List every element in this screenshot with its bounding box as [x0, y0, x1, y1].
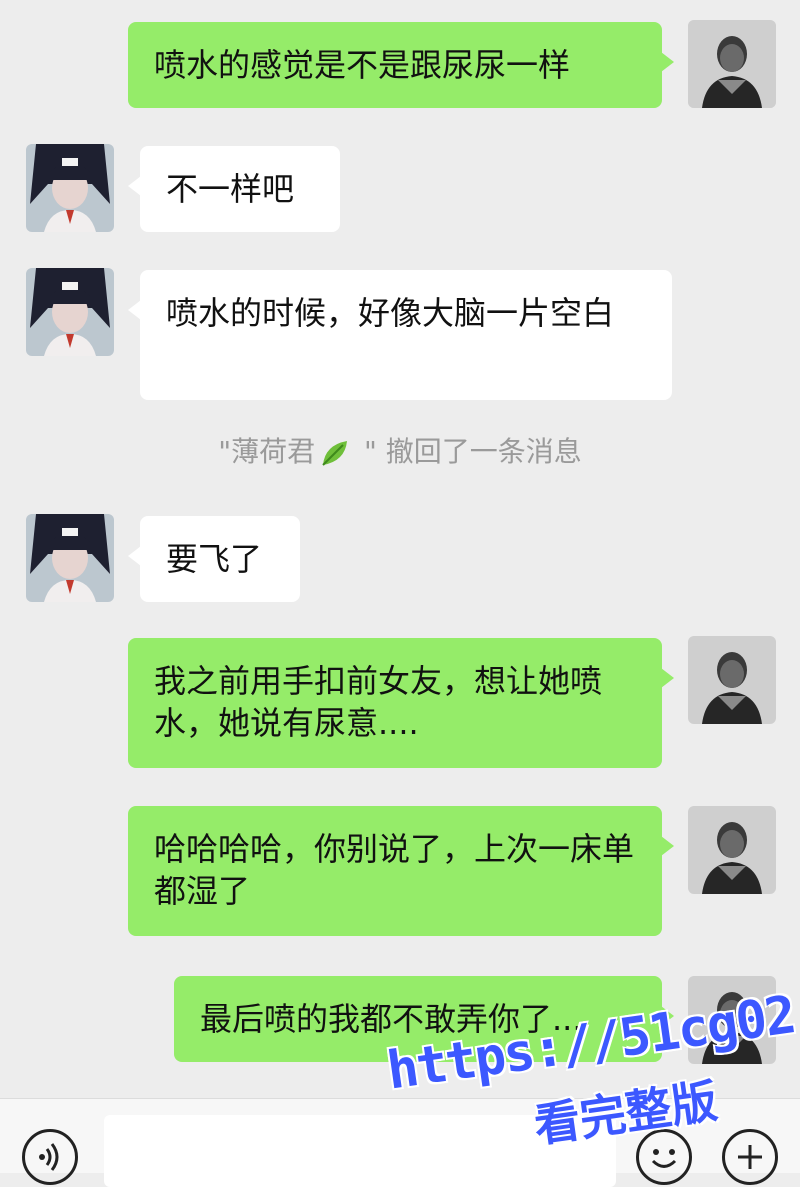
voice-icon[interactable]	[22, 1129, 78, 1185]
chat-input-bar	[0, 1098, 800, 1187]
message-bubble[interactable]: 要飞了	[128, 516, 300, 602]
recall-notice-prefix: "薄荷君	[218, 435, 316, 468]
self-avatar[interactable]	[688, 636, 776, 724]
recall-notice: "薄荷君 " 撤回了一条消息	[0, 432, 800, 472]
plus-icon[interactable]	[722, 1129, 778, 1185]
emoji-icon[interactable]	[636, 1129, 692, 1185]
contact-avatar[interactable]	[26, 144, 114, 232]
message-bubble[interactable]: 哈哈哈哈，你别说了，上次一床单都湿了	[128, 806, 674, 936]
self-avatar[interactable]	[688, 806, 776, 894]
message-bubble[interactable]: 喷水的感觉是不是跟尿尿一样	[128, 22, 674, 108]
message-bubble[interactable]: 不一样吧	[128, 146, 340, 232]
message-input[interactable]	[104, 1115, 616, 1187]
message-bubble[interactable]: 喷水的时候，好像大脑一片空白	[128, 270, 672, 400]
contact-avatar[interactable]	[26, 268, 114, 356]
contact-avatar[interactable]	[26, 514, 114, 602]
self-avatar[interactable]	[688, 976, 776, 1064]
recall-notice-suffix: " 撤回了一条消息	[355, 435, 582, 468]
message-bubble[interactable]: 最后喷的我都不敢弄你了...	[174, 976, 674, 1062]
message-bubble[interactable]: 我之前用手扣前女友，想让她喷水，她说有尿意....	[128, 638, 674, 768]
self-avatar[interactable]	[688, 20, 776, 108]
leaf-icon	[319, 437, 351, 469]
